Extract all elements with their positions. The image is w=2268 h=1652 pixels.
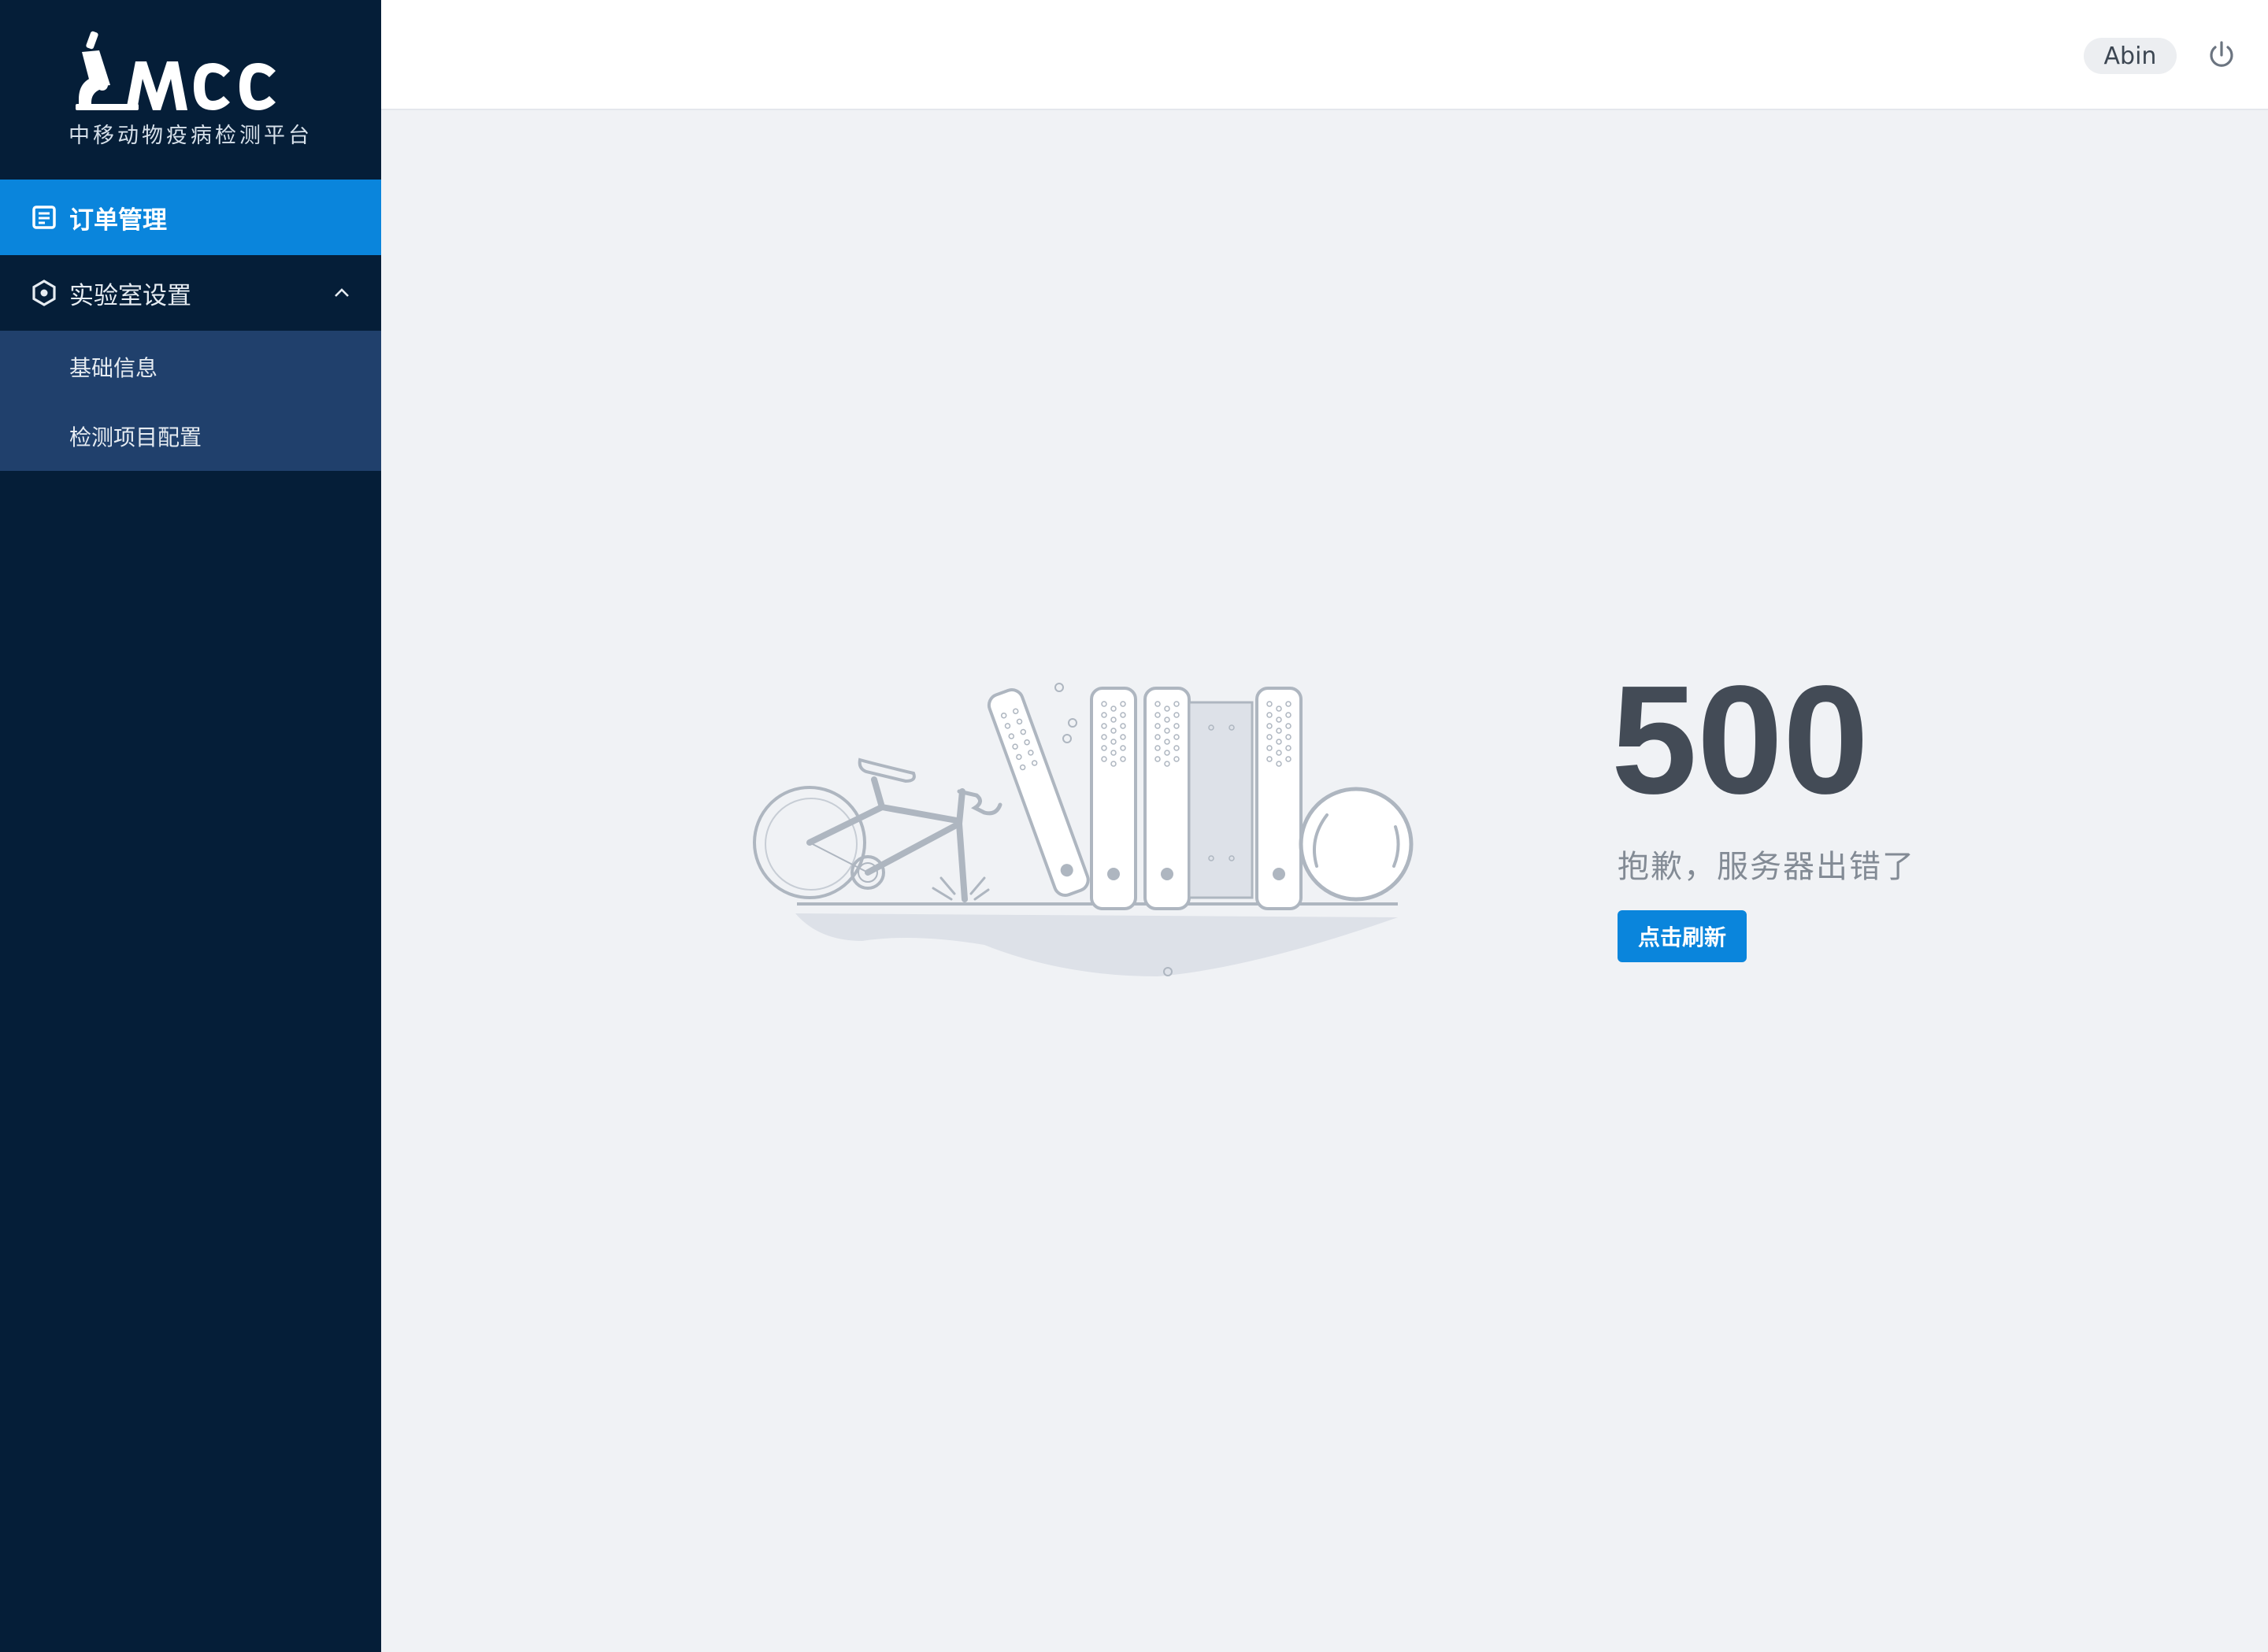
chevron-up-icon[interactable] <box>332 280 351 309</box>
sidebar-item-label: 订单管理 <box>69 206 167 235</box>
logo: 中移动物疫病检测平台 <box>0 0 381 180</box>
error-message: 抱歉，服务器出错了 <box>1618 849 1915 885</box>
error-code: 500 <box>1611 654 1870 826</box>
settings-hex-icon <box>30 279 58 307</box>
sidebar-item-lab-settings[interactable]: 实验室设置 <box>0 255 381 331</box>
top-header <box>381 0 2268 110</box>
sidebar-subitem-test-items[interactable]: 检测项目配置 <box>0 402 381 471</box>
microscope-logo-icon <box>76 31 276 110</box>
error-illustration <box>753 683 1414 976</box>
sidebar-item-orders[interactable]: 订单管理 <box>0 180 381 255</box>
sidebar: 中移动物疫病检测平台 订单管理 实验室设置 基础信息 检测项目配置 <box>0 0 381 1652</box>
power-icon[interactable] <box>2207 39 2236 71</box>
user-badge[interactable]: Abin <box>2084 38 2177 74</box>
lab-settings-submenu: 基础信息 检测项目配置 <box>0 331 381 471</box>
refresh-button[interactable]: 点击刷新 <box>1618 910 1747 962</box>
sidebar-item-label: 实验室设置 <box>69 281 191 310</box>
sidebar-subitem-basic-info[interactable]: 基础信息 <box>0 332 381 402</box>
app-subtitle: 中移动物疫病检测平台 <box>69 124 313 148</box>
document-icon <box>30 203 58 232</box>
